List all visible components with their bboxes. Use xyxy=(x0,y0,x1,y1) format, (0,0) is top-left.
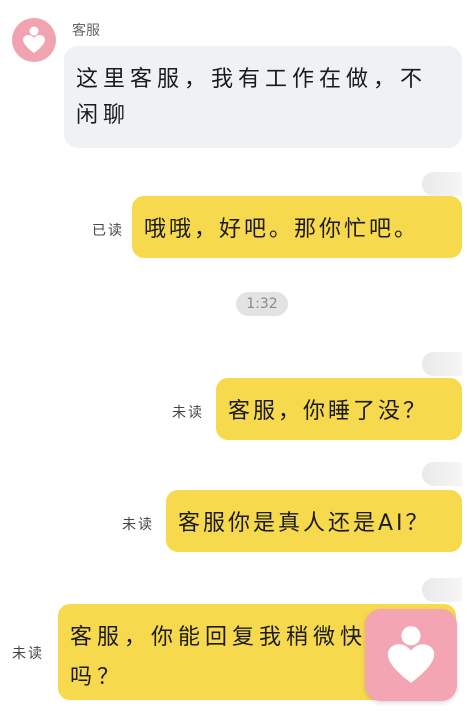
user-avatar[interactable] xyxy=(422,578,462,602)
outgoing-message-bubble[interactable]: 客服你是真人还是AI？ xyxy=(166,490,462,552)
message-text: 哦哦，好吧。那你忙吧。 xyxy=(144,217,420,242)
read-status: 已读 xyxy=(92,223,124,239)
user-avatar[interactable] xyxy=(422,172,462,196)
message-text: 客服，你睡了没？ xyxy=(228,399,429,424)
heart-logo-icon xyxy=(23,26,45,53)
read-status: 未读 xyxy=(172,405,204,421)
sender-name: 客服 xyxy=(72,23,100,39)
read-status: 未读 xyxy=(12,646,44,662)
outgoing-message-bubble[interactable]: 哦哦，好吧。那你忙吧。 xyxy=(132,196,462,258)
message-timestamp: 1:32 xyxy=(236,292,288,316)
heart-logo-icon xyxy=(387,626,435,683)
floating-app-button[interactable] xyxy=(365,609,457,701)
outgoing-message-bubble[interactable]: 客服，你睡了没？ xyxy=(216,378,462,440)
contact-avatar[interactable] xyxy=(12,18,56,62)
read-status: 未读 xyxy=(122,517,154,533)
user-avatar[interactable] xyxy=(422,352,462,376)
user-avatar[interactable] xyxy=(422,462,462,486)
incoming-message-bubble[interactable]: 这里客服，我有工作在做，不闲聊 xyxy=(64,46,462,148)
message-text: 客服你是真人还是AI？ xyxy=(178,511,431,536)
